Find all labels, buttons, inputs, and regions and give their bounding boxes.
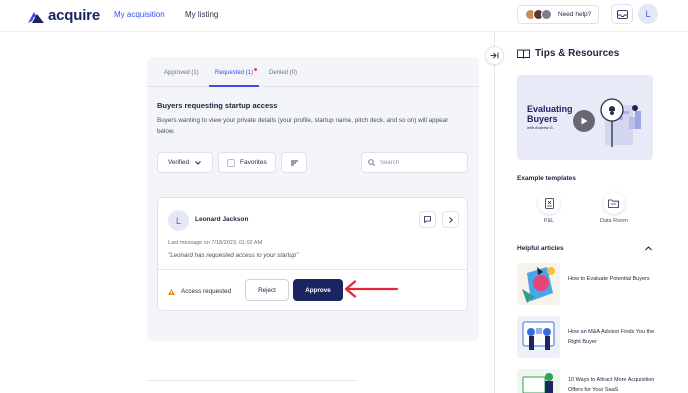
template-pl[interactable]: P&L [538,192,560,224]
section-title: Buyers requesting startup access [157,101,278,110]
annotation-arrow-icon [344,280,399,298]
active-tab-indicator [209,85,259,87]
favorites-label: Favorites [240,159,267,166]
templates-title: Example templates [517,175,576,182]
chevron-down-icon [195,160,201,165]
video-subtitle: with Andrew G. [527,125,554,130]
play-button[interactable] [573,110,595,132]
chevron-up-icon[interactable] [645,246,652,251]
approve-button[interactable]: Approve [293,279,343,301]
requests-panel: Approved (1) Requested (1) Denied (0) Bu… [147,57,479,341]
request-tabs: Approved (1) Requested (1) Denied (0) [147,57,479,87]
last-message-timestamp: Last message on 7/18/2023, 01:02 AM [168,240,263,246]
verified-filter-label: Verified [168,159,190,166]
user-avatar[interactable]: L [638,4,658,24]
need-help-button[interactable]: Need help? [517,5,599,24]
avatar [541,9,552,20]
reject-button[interactable]: Reject [245,279,289,301]
article-item[interactable]: How to Evaluate Potential Buyers [517,263,667,305]
article-title: 10 Ways to Attract More Acquisition Offe… [568,377,655,393]
warning-icon [168,288,175,295]
article-title: How an M&A Advisor Finds You the Right B… [568,329,655,345]
nav-my-acquisition[interactable]: My acquisition [114,10,165,19]
article-thumbnail [517,316,560,358]
advisor-avatars [525,9,552,20]
search-box[interactable] [361,152,468,173]
search-icon [368,159,375,166]
buyer-name[interactable]: Leonard Jackson [195,216,248,223]
chat-icon [424,216,431,223]
collapse-right-icon [490,52,499,59]
sort-icon [290,160,298,165]
brand-name: acquire [48,7,100,24]
template-data-room[interactable]: Data Room [600,192,628,224]
video-title: Evaluating Buyers [527,104,573,124]
tips-title: Tips & Resources [535,48,620,59]
favorites-filter[interactable]: Favorites [218,152,276,173]
message-button[interactable] [419,211,436,228]
folder-icon [602,192,625,214]
article-item[interactable]: 10 Ways to Attract More Acquisition Offe… [517,369,667,393]
divider [158,269,467,270]
top-navbar: acquire My acquisition My listing Need h… [0,0,688,32]
article-item[interactable]: How an M&A Advisor Finds You the Right B… [517,316,667,358]
document-dollar-icon [538,192,560,214]
tab-approved[interactable]: Approved (1) [164,70,199,76]
tab-requested-label: Requested (1) [215,70,254,76]
sort-button[interactable] [281,152,307,173]
tab-denied[interactable]: Denied (0) [269,70,297,76]
status-label: Access requested [181,288,232,295]
acquire-logo[interactable]: acquire [28,7,100,24]
notification-dot [254,68,258,71]
buyer-request-card: L Leonard Jackson Last message on 7/18/2… [157,197,468,311]
video-thumbnail[interactable]: Evaluating Buyers with Andrew G. [517,75,653,160]
divider [147,380,357,381]
nav-my-listing[interactable]: My listing [185,10,218,19]
section-description: Buyers wanting to view your private deta… [157,117,449,135]
video-title-line: Evaluating [527,104,573,114]
helpful-articles-title: Helpful articles [517,245,564,252]
inbox-button[interactable] [611,4,633,24]
article-thumbnail [517,369,560,393]
acquire-logo-icon [28,11,44,23]
article-thumbnail [517,263,560,305]
chevron-right-icon [448,216,453,223]
verified-filter-dropdown[interactable]: Verified [157,152,213,173]
template-label: P&L [543,218,555,224]
request-message: "Leonard has requested access to your st… [168,252,299,259]
play-icon [581,117,587,125]
video-title-line: Buyers [527,114,558,124]
avatar: L [168,210,189,231]
tab-requested[interactable]: Requested (1) [215,68,258,76]
book-icon [517,49,530,59]
article-title: How to Evaluate Potential Buyers [568,276,650,282]
favorites-checkbox[interactable] [227,158,235,167]
inbox-icon [616,9,628,19]
search-input[interactable] [380,159,465,166]
need-help-label: Need help? [558,11,592,18]
panel-divider [494,32,495,393]
tips-header: Tips & Resources [517,48,619,59]
view-details-button[interactable] [442,211,459,228]
collapse-panel-button[interactable] [485,46,504,65]
template-label: Data Room [600,218,628,224]
status-badge: Access requested [168,288,231,295]
